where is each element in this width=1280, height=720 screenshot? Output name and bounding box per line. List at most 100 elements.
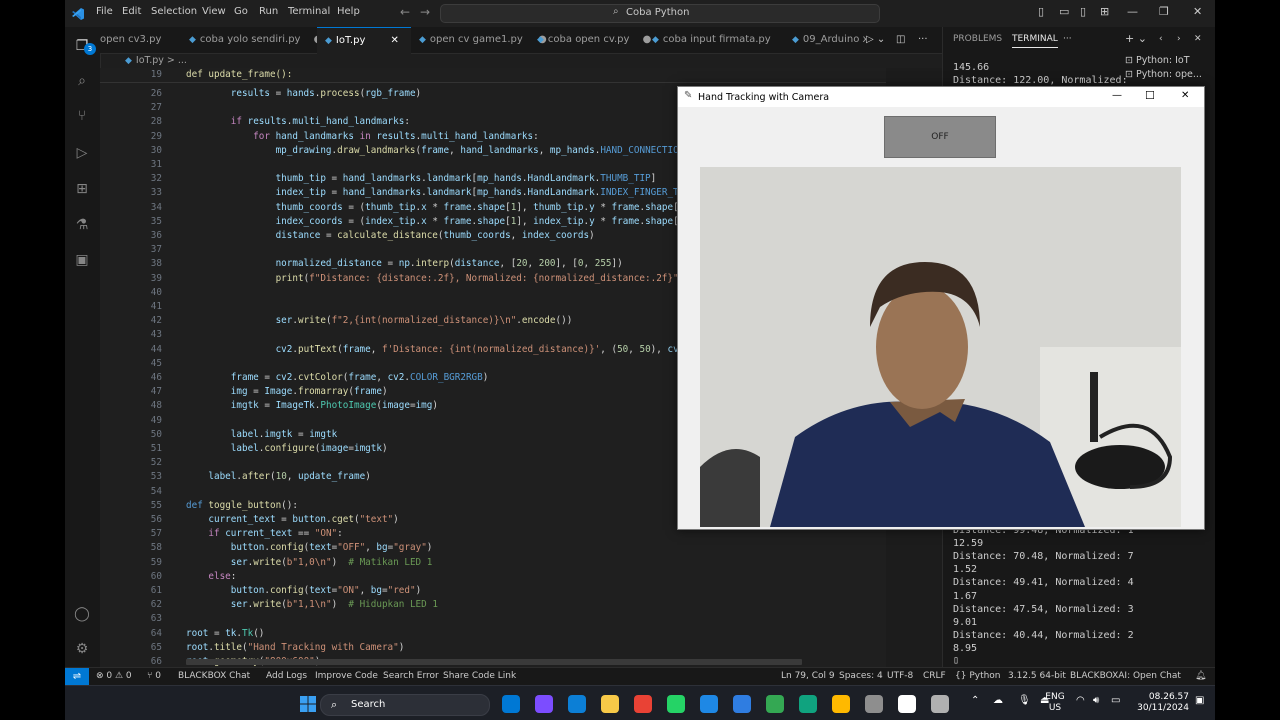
search-sidebar-icon[interactable]: ⌕: [73, 72, 91, 90]
tab-terminal[interactable]: TERMINAL: [1012, 34, 1058, 48]
tab-coba-input-firmata[interactable]: ◆ coba input firmata.py: [652, 27, 788, 53]
language-indicator[interactable]: ENG US: [1041, 692, 1069, 714]
close-tab-icon[interactable]: ✕: [391, 35, 399, 46]
panel-nav-right-icon[interactable]: ›: [1177, 34, 1181, 44]
more-actions-icon[interactable]: ···: [918, 27, 928, 53]
tab-coba-yolo-sendiri[interactable]: ◆coba yolo sendiri.py ●: [180, 27, 322, 53]
whatsapp-icon[interactable]: [667, 695, 685, 713]
tab-iot[interactable]: ◆ IoT.py ✕: [317, 27, 411, 54]
run-debug-icon[interactable]: ▷: [73, 144, 91, 162]
status-bar: ⇌ ⊗ 0 ⚠ 0 ⑂ 0 BLACKBOX Chat Add Logs Imp…: [65, 667, 1215, 686]
ports-count[interactable]: ⑂ 0: [147, 671, 161, 681]
microphone-icon[interactable]: 🎙︎: [1018, 695, 1031, 706]
tk-title-bar[interactable]: ✎ Hand Tracking with Camera — ☐ ✕: [678, 87, 1204, 107]
blackboxai-open-chat[interactable]: BLACKBOXAI: Open Chat: [1070, 671, 1181, 681]
indentation[interactable]: Spaces: 4: [839, 671, 883, 681]
python-interpreter[interactable]: 3.12.5 64-bit: [1008, 671, 1066, 681]
obs-icon[interactable]: [898, 695, 916, 713]
share-code-link[interactable]: Share Code Link: [443, 671, 516, 681]
file-explorer-icon[interactable]: [601, 695, 619, 713]
tk-app-icon[interactable]: [832, 695, 850, 713]
wifi-icon[interactable]: ◠: [1076, 695, 1085, 706]
tk-close-icon[interactable]: ✕: [1181, 90, 1189, 101]
settings-gear-icon[interactable]: ⚙: [73, 640, 91, 658]
onedrive-icon[interactable]: ☁: [993, 695, 1003, 706]
copilot-icon[interactable]: [502, 695, 520, 713]
back-arrow-icon[interactable]: ←: [400, 5, 410, 19]
minimize-icon[interactable]: —: [1127, 5, 1138, 18]
menu-view[interactable]: View: [202, 6, 226, 17]
vscode-taskbar-icon[interactable]: [733, 695, 751, 713]
account-icon[interactable]: ◯: [73, 605, 91, 623]
toggle-panel-icon[interactable]: ▭: [1059, 5, 1069, 18]
edge-icon[interactable]: [568, 695, 586, 713]
search-error[interactable]: Search Error: [383, 671, 439, 681]
customize-layout-icon[interactable]: ⊞: [1100, 5, 1109, 18]
chrome-icon[interactable]: [634, 695, 652, 713]
teams-icon[interactable]: [535, 695, 553, 713]
settings-taskbar-icon[interactable]: [865, 695, 883, 713]
chatgpt-icon[interactable]: [799, 695, 817, 713]
chrome-profile-icon[interactable]: [766, 695, 784, 713]
menu-help[interactable]: Help: [337, 6, 360, 17]
menu-edit[interactable]: Edit: [122, 6, 141, 17]
extensions-icon[interactable]: ⊞: [73, 180, 91, 198]
tab-arduino[interactable]: ◆ 09_Arduino x: [792, 27, 866, 53]
photos-icon[interactable]: [700, 695, 718, 713]
forward-arrow-icon[interactable]: →: [420, 5, 430, 19]
clock[interactable]: 08.26.57 30/11/2024: [1129, 692, 1189, 714]
line-ending[interactable]: CRLF: [923, 671, 946, 681]
windows-start-icon[interactable]: [300, 696, 316, 712]
horizontal-scrollbar[interactable]: [186, 659, 802, 665]
terminal-list-item[interactable]: ⊡ Python: IoT: [1125, 55, 1215, 66]
menu-terminal[interactable]: Terminal: [288, 6, 330, 17]
blackbox-chat[interactable]: BLACKBOX Chat: [178, 671, 250, 681]
tab-coba-open-cv[interactable]: ◆ coba open cv.py ●: [537, 27, 651, 53]
notifications-bell-icon[interactable]: 🔔︎: [1195, 671, 1206, 681]
testing-icon[interactable]: ⚗: [73, 216, 91, 234]
remote-indicator[interactable]: ⇌: [65, 668, 89, 686]
toggle-secondary-sidebar-icon[interactable]: ▯: [1080, 5, 1086, 18]
source-control-icon[interactable]: ⑂: [73, 107, 91, 125]
cursor-position[interactable]: Ln 79, Col 9: [781, 671, 835, 681]
sticky-scroll[interactable]: 19 def update_frame():: [100, 68, 942, 83]
improve-code[interactable]: Improve Code: [315, 671, 378, 681]
feather-icon: ✎: [684, 90, 693, 101]
panel-nav-left-icon[interactable]: ‹: [1159, 34, 1163, 44]
terminal-icon: ⊡: [1125, 55, 1136, 66]
tk-maximize-icon[interactable]: ☐: [1145, 89, 1155, 102]
led-toggle-button[interactable]: OFF: [884, 116, 996, 158]
panel-more-icon[interactable]: ···: [1063, 34, 1072, 44]
line-number: 35: [150, 215, 162, 227]
toggle-sidebar-icon[interactable]: ▯: [1038, 5, 1044, 18]
add-logs[interactable]: Add Logs: [266, 671, 307, 681]
terminal-list-item[interactable]: ⊡ Python: ope...: [1125, 69, 1215, 80]
problems-count[interactable]: ⊗ 0 ⚠ 0: [96, 671, 132, 681]
menu-go[interactable]: Go: [234, 6, 248, 17]
menu-run[interactable]: Run: [259, 6, 278, 17]
close-window-icon[interactable]: ✕: [1193, 5, 1202, 18]
language-mode[interactable]: {} Python: [955, 671, 1001, 681]
battery-icon[interactable]: ▭: [1111, 695, 1120, 706]
encoding[interactable]: UTF-8: [887, 671, 913, 681]
menu-selection[interactable]: Selection: [151, 6, 197, 17]
command-center[interactable]: Coba Python ⌕: [440, 4, 880, 23]
notification-center-icon[interactable]: ▣: [1195, 695, 1204, 706]
volume-icon[interactable]: 🔊︎: [1093, 695, 1099, 706]
tk-minimize-icon[interactable]: —: [1112, 90, 1122, 101]
remote-explorer-icon[interactable]: ▣: [73, 251, 91, 269]
breadcrumb[interactable]: ◆ IoT.py > ...: [125, 55, 187, 66]
tab-open-cv-game1[interactable]: ◆ open cv game1.py ●: [411, 27, 547, 53]
taskbar-search[interactable]: ⌕ Search: [320, 694, 490, 716]
new-terminal-icon[interactable]: + ⌄: [1125, 32, 1147, 45]
restore-icon[interactable]: ❐: [1159, 5, 1169, 18]
code-line: cv2.putText(frame, f'Distance: {int(norm…: [275, 343, 696, 355]
split-editor-icon[interactable]: ◫: [896, 27, 905, 53]
tray-chevron-icon[interactable]: ⌃: [971, 695, 979, 706]
snipping-tool-icon[interactable]: [931, 695, 949, 713]
tab-problems[interactable]: PROBLEMS: [953, 34, 1002, 44]
close-panel-icon[interactable]: ✕: [1194, 34, 1202, 44]
tab-label: IoT.py: [335, 35, 366, 46]
menu-file[interactable]: File: [96, 6, 113, 17]
run-python-icon[interactable]: ▷ ⌄: [866, 27, 885, 53]
